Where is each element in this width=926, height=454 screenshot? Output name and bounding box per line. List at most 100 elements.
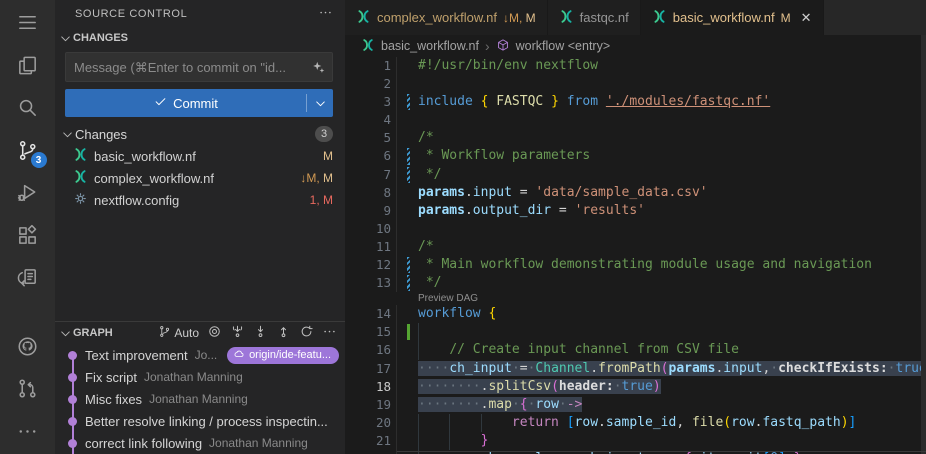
branch-badge[interactable]: origin/ide-featu... — [227, 347, 339, 364]
code-line-11[interactable]: 11/* — [345, 238, 926, 256]
activity-file-history[interactable] — [6, 258, 50, 301]
code-line-15[interactable]: 15 — [345, 323, 926, 341]
commit-row[interactable]: Text improvementJo...origin/ide-featu... — [55, 344, 345, 366]
code-line-17[interactable]: 17····ch_input·=·Channel.fromPath(params… — [345, 360, 926, 378]
line-number: 5 — [345, 129, 391, 147]
source-control-sidebar: SOURCE CONTROL CHANGES Commit Changes 3 … — [55, 0, 345, 454]
code-line-18[interactable]: 18········.splitCsv(header:·true) — [345, 378, 926, 396]
codelens-preview-dag[interactable]: Preview DAG — [345, 292, 926, 305]
line-number: 10 — [345, 220, 391, 238]
code-line-19[interactable]: 19········.map·{·row·-> — [345, 396, 926, 414]
nextflow-icon — [356, 9, 371, 27]
commit-row[interactable]: Fix scriptJonathan Manning — [55, 366, 345, 388]
generate-commit-message-icon[interactable] — [311, 60, 326, 75]
graph-action-pull[interactable] — [253, 324, 268, 342]
code-line-5[interactable]: 5/* — [345, 129, 926, 147]
commit-button[interactable]: Commit — [65, 89, 333, 117]
commit-message-input[interactable] — [66, 60, 311, 75]
line-number: 21 — [345, 432, 391, 450]
activity-pull-requests[interactable] — [6, 369, 50, 412]
editor-group: complex_workflow.nf↓M, Mfastqc.nfbasic_w… — [345, 0, 926, 454]
activity-more[interactable] — [6, 412, 50, 454]
activity-run-debug[interactable] — [6, 173, 50, 216]
changes-file-nextflow.config[interactable]: nextflow.config1, M — [55, 189, 345, 211]
line-number: 15 — [345, 323, 391, 341]
commit-row[interactable]: Better resolve linking / process inspect… — [55, 410, 345, 432]
activity-github[interactable] — [6, 327, 50, 370]
changes-tree-header[interactable]: Changes 3 — [55, 123, 345, 145]
code-line-16[interactable]: 16 // Create input channel from CSV file — [345, 341, 926, 359]
tab-fastqc.nf[interactable]: fastqc.nf — [548, 0, 641, 35]
activity-extensions[interactable] — [6, 216, 50, 259]
commit-graph-rail — [55, 366, 85, 388]
code-line-10[interactable]: 10 — [345, 220, 926, 238]
gutter-decoration — [396, 274, 418, 292]
commit-row[interactable]: correct link followingJonathan Manning — [55, 432, 345, 454]
source-control-badge: 3 — [31, 152, 47, 168]
changes-file-basic_workflow.nf[interactable]: basic_workflow.nfM — [55, 145, 345, 167]
activity-search[interactable] — [6, 88, 50, 131]
graph-action-refresh[interactable] — [299, 324, 314, 342]
graph-action-more[interactable] — [322, 324, 337, 342]
breadcrumb[interactable]: basic_workflow.nf › workflow <entry> — [345, 35, 926, 57]
editor-scrollbar[interactable] — [921, 35, 926, 454]
changes-section-header[interactable]: CHANGES — [55, 27, 345, 49]
changes-file-complex_workflow.nf[interactable]: complex_workflow.nf↓M, M — [55, 167, 345, 189]
breadcrumb-file[interactable]: basic_workflow.nf — [381, 39, 479, 53]
indent-guide — [481, 414, 482, 432]
line-number: 13 — [345, 274, 391, 292]
graph-section-header[interactable]: GRAPH Auto — [55, 322, 345, 344]
indent-guide — [418, 432, 419, 450]
commit-graph-rail — [55, 344, 85, 366]
breadcrumb-separator: › — [485, 38, 490, 54]
code-line-4[interactable]: 4 — [345, 111, 926, 129]
commit-message-box — [65, 52, 333, 82]
graph-section-label: GRAPH — [73, 327, 113, 339]
graph-auto-toggle[interactable]: Auto — [158, 325, 199, 341]
indent-guide — [449, 414, 450, 432]
commit-message: Better resolve linking / process inspect… — [85, 414, 328, 429]
changes-file-list: basic_workflow.nfMcomplex_workflow.nf↓M,… — [55, 145, 345, 211]
editor-bottom-rule — [397, 451, 926, 452]
code-line-8[interactable]: 8params.input = 'data/sample_data.csv' — [345, 184, 926, 202]
code-line-7[interactable]: 7 */ — [345, 166, 926, 184]
activity-menu[interactable] — [6, 3, 50, 46]
debug-icon — [16, 181, 39, 207]
tab-complex_workflow.nf[interactable]: complex_workflow.nf↓M, M — [345, 0, 548, 35]
graph-action-target[interactable] — [207, 324, 222, 342]
code-line-20[interactable]: 20 return [row.sample_id, file(row.fastq… — [345, 414, 926, 432]
gutter-decoration — [396, 238, 418, 256]
commit-dropdown-button[interactable] — [307, 89, 333, 117]
gutter-decoration — [396, 220, 418, 238]
sidebar-spacer — [55, 211, 345, 321]
file-history-icon — [16, 266, 39, 292]
graph-action-push[interactable] — [276, 324, 291, 342]
tab-basic_workflow.nf[interactable]: basic_workflow.nfM✕ — [641, 0, 824, 35]
line-number: 2 — [345, 75, 391, 93]
code-line-1[interactable]: 1#!/usr/bin/env nextflow — [345, 57, 926, 75]
gutter-decoration — [396, 75, 418, 93]
code-line-14[interactable]: 14workflow { — [345, 305, 926, 323]
commit-dot — [68, 417, 77, 426]
code-line-3[interactable]: 3include { FASTQC } from './modules/fast… — [345, 93, 926, 111]
breadcrumb-symbol[interactable]: workflow <entry> — [516, 39, 610, 53]
commit-row[interactable]: Misc fixesJonathan Manning — [55, 388, 345, 410]
code-line-6[interactable]: 6 * Workflow parameters — [345, 147, 926, 165]
commit-button-main[interactable]: Commit — [65, 89, 306, 117]
activity-explorer[interactable] — [6, 46, 50, 89]
commit-dot — [68, 373, 77, 382]
more-actions-icon[interactable] — [318, 5, 333, 23]
close-icon[interactable]: ✕ — [801, 10, 812, 26]
code-line-13[interactable]: 13 */ — [345, 274, 926, 292]
code-line-21[interactable]: 21 } — [345, 432, 926, 450]
line-number: 14 — [345, 305, 391, 323]
activity-source-control[interactable]: 3 — [6, 131, 50, 174]
file-name: basic_workflow.nf — [94, 149, 196, 164]
commit-graph-rail — [55, 388, 85, 410]
gutter-decoration — [396, 129, 418, 147]
graph-action-fetch[interactable] — [230, 324, 245, 342]
code-line-2[interactable]: 2 — [345, 75, 926, 93]
code-line-9[interactable]: 9params.output_dir = 'results' — [345, 202, 926, 220]
code-line-12[interactable]: 12 * Main workflow demonstrating module … — [345, 256, 926, 274]
files-icon — [16, 54, 39, 80]
